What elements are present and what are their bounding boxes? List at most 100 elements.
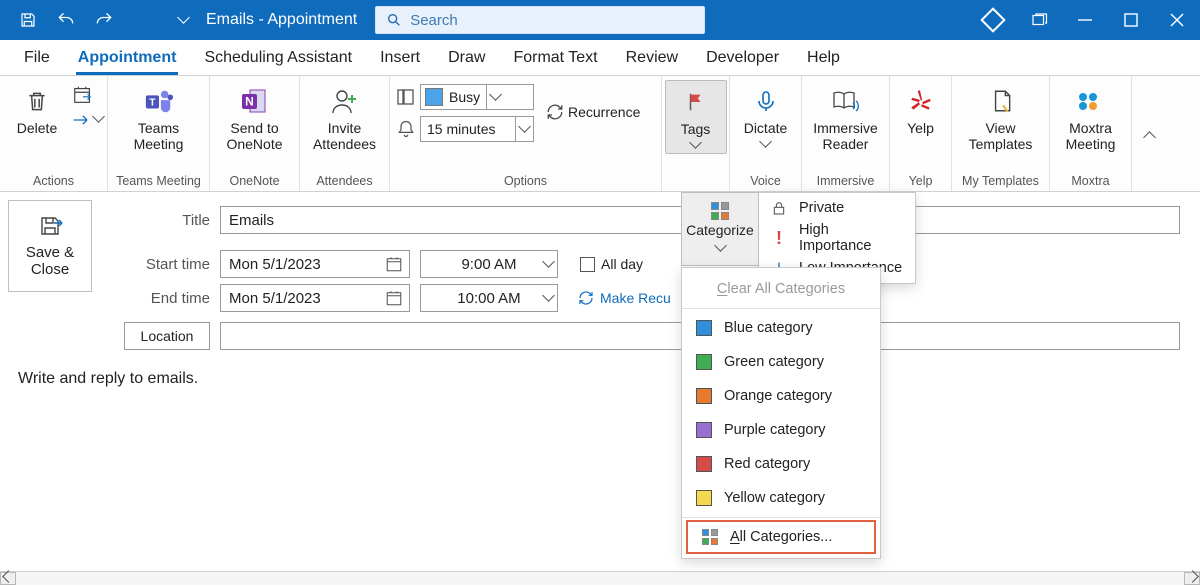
- clear-all-categories-item: Clear All Categories: [682, 272, 880, 306]
- lock-icon: [769, 200, 789, 216]
- private-item[interactable]: Private: [759, 193, 915, 223]
- tab-help[interactable]: Help: [805, 43, 842, 75]
- quick-access-toolbar: [0, 0, 188, 40]
- title-bar: Emails - Appointment Search: [0, 0, 1200, 40]
- window-controls: [970, 0, 1200, 40]
- scroll-left-icon[interactable]: [0, 572, 16, 585]
- tab-scheduling-assistant[interactable]: Scheduling Assistant: [202, 43, 354, 75]
- group-label-actions: Actions: [6, 172, 101, 191]
- collapse-ribbon-button[interactable]: [1132, 76, 1160, 191]
- category-item-green[interactable]: Green category: [682, 345, 880, 379]
- swatch-icon: [696, 354, 712, 370]
- swatch-icon: [696, 320, 712, 336]
- swatch-icon: [696, 456, 712, 472]
- book-speaker-icon: [831, 84, 861, 118]
- categories-icon: [711, 202, 729, 220]
- templates-icon: [988, 84, 1014, 118]
- search-placeholder: Search: [410, 12, 458, 29]
- calendar-icon[interactable]: [381, 289, 407, 307]
- all-day-checkbox[interactable]: All day: [580, 256, 643, 272]
- tab-insert[interactable]: Insert: [378, 43, 422, 75]
- dictate-button[interactable]: Dictate: [735, 80, 797, 152]
- moxtra-icon: [1076, 84, 1106, 118]
- save-icon[interactable]: [10, 0, 46, 40]
- onenote-icon: N: [240, 84, 268, 118]
- send-to-onenote-button[interactable]: N Send to OneNote: [218, 80, 290, 152]
- tab-draw[interactable]: Draw: [446, 43, 487, 75]
- tab-developer[interactable]: Developer: [704, 43, 781, 75]
- restore-window-icon[interactable]: [1016, 0, 1062, 40]
- redo-icon[interactable]: [86, 0, 122, 40]
- exclamation-icon: !: [769, 228, 789, 249]
- view-templates-button[interactable]: View Templates: [961, 80, 1041, 152]
- start-date-input[interactable]: Mon 5/1/2023: [220, 250, 410, 278]
- title-label: Title: [114, 212, 210, 229]
- category-item-red[interactable]: Red category: [682, 447, 880, 481]
- invite-attendees-button[interactable]: Invite Attendees: [306, 80, 383, 152]
- calendar-icon[interactable]: [381, 255, 407, 273]
- reminder-combo[interactable]: 15 minutes: [420, 116, 534, 142]
- tags-button[interactable]: Tags: [665, 80, 727, 154]
- trash-icon: [24, 84, 50, 118]
- group-label-templates: My Templates: [958, 172, 1043, 191]
- category-item-blue[interactable]: Blue category: [682, 311, 880, 345]
- tab-file[interactable]: File: [22, 43, 52, 75]
- yelp-button[interactable]: Yelp: [890, 80, 952, 136]
- swatch-icon: [696, 490, 712, 506]
- category-item-purple[interactable]: Purple category: [682, 413, 880, 447]
- categories-icon: [702, 529, 718, 545]
- location-button[interactable]: Location: [124, 322, 210, 350]
- reminder-icon: [396, 119, 416, 139]
- tab-review[interactable]: Review: [624, 43, 680, 75]
- tab-format-text[interactable]: Format Text: [511, 43, 599, 75]
- categorize-menu: Clear All Categories Blue category Green…: [681, 267, 881, 559]
- teams-meeting-button[interactable]: T Teams Meeting: [126, 80, 192, 152]
- qat-customize-icon[interactable]: [124, 0, 188, 40]
- all-categories-item[interactable]: All Categories...: [686, 520, 876, 554]
- start-time-input[interactable]: 9:00 AM: [420, 250, 558, 278]
- teams-icon: T: [144, 84, 174, 118]
- save-close-icon: [37, 214, 63, 238]
- tab-appointment[interactable]: Appointment: [76, 43, 179, 75]
- group-label-onenote: OneNote: [216, 172, 293, 191]
- recurrence-button[interactable]: Recurrence: [538, 80, 648, 144]
- end-date-input[interactable]: Mon 5/1/2023: [220, 284, 410, 312]
- microphone-icon: [754, 84, 778, 118]
- group-label-teams: Teams Meeting: [114, 172, 203, 191]
- window-title: Emails - Appointment: [188, 11, 375, 29]
- scroll-right-icon[interactable]: [1184, 572, 1200, 585]
- yelp-icon: [908, 84, 934, 118]
- flag-icon: [685, 85, 707, 119]
- category-item-yellow[interactable]: Yellow category: [682, 481, 880, 515]
- group-label-yelp: Yelp: [896, 172, 945, 191]
- undo-icon[interactable]: [48, 0, 84, 40]
- category-item-orange[interactable]: Orange category: [682, 379, 880, 413]
- group-label-immersive: Immersive: [808, 172, 883, 191]
- calendar-forward-icon[interactable]: [72, 84, 103, 106]
- horizontal-scrollbar[interactable]: [0, 571, 1200, 585]
- appointment-body[interactable]: Write and reply to emails.: [14, 356, 1200, 388]
- group-label-tags: [668, 172, 723, 191]
- save-and-close-button[interactable]: Save & Close: [8, 200, 92, 292]
- forward-dropdown-button[interactable]: [72, 112, 103, 127]
- end-time-input[interactable]: 10:00 AM: [420, 284, 558, 312]
- premium-icon[interactable]: [970, 0, 1016, 40]
- make-recurring-link[interactable]: Make Recu: [578, 290, 671, 306]
- swatch-icon: [696, 422, 712, 438]
- moxtra-button[interactable]: Moxtra Meeting: [1058, 80, 1124, 152]
- search-input[interactable]: Search: [375, 6, 705, 34]
- minimize-button[interactable]: [1062, 0, 1108, 40]
- end-time-label: End time: [114, 290, 210, 307]
- high-importance-item[interactable]: ! High Importance: [759, 223, 915, 253]
- categorize-button[interactable]: Categorize: [681, 192, 759, 266]
- show-as-icon: [396, 87, 416, 107]
- svg-text:T: T: [149, 98, 156, 109]
- close-button[interactable]: [1154, 0, 1200, 40]
- immersive-reader-button[interactable]: Immersive Reader: [808, 80, 883, 152]
- add-attendee-icon: [330, 84, 360, 118]
- show-as-combo[interactable]: Busy: [420, 84, 534, 110]
- group-label-attendees: Attendees: [306, 172, 383, 191]
- make-recurring-label: Make Recu: [600, 290, 671, 306]
- delete-button[interactable]: Delete: [6, 80, 68, 136]
- maximize-button[interactable]: [1108, 0, 1154, 40]
